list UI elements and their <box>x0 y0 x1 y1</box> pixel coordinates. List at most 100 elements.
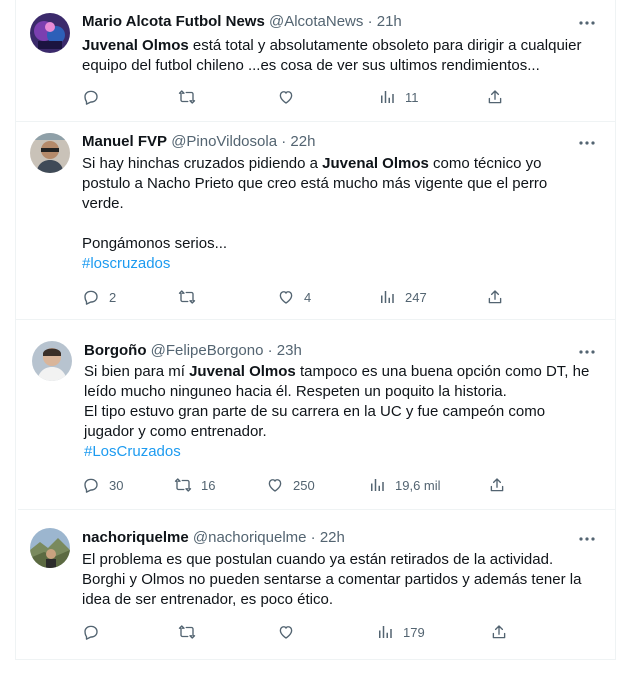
tweet-text: Si hay hinchas cruzados pidiendo a Juven… <box>82 154 547 274</box>
more-horizontal-icon <box>579 537 595 541</box>
tweet-line: leído mucho ninguneo hacia él. Respeten … <box>84 383 507 400</box>
more-options-button[interactable] <box>576 344 598 360</box>
separator-dot: · <box>310 529 316 546</box>
hashtag-link[interactable]: #LosCruzados <box>84 442 589 462</box>
share-icon <box>492 625 506 639</box>
reply-button[interactable] <box>82 622 109 642</box>
more-options-button[interactable] <box>576 531 598 547</box>
like-button[interactable] <box>277 87 304 107</box>
author-name[interactable]: Borgoño <box>84 342 146 359</box>
tweet-timestamp[interactable]: 21h <box>377 13 402 30</box>
retweet-icon <box>174 478 192 492</box>
like-count: 250 <box>293 477 315 493</box>
more-horizontal-icon <box>579 141 595 145</box>
author-handle[interactable]: @FelipeBorgono <box>151 342 264 359</box>
tweet-timestamp[interactable]: 22h <box>290 133 315 150</box>
tweet-actions: 30 16 250 19,6 mil <box>82 475 602 495</box>
author-name[interactable]: nachoriquelme <box>82 529 189 546</box>
tweet-line: equipo del futbol chileno ...es cosa de … <box>82 57 540 74</box>
share-button[interactable] <box>486 287 504 307</box>
like-count: 4 <box>304 289 312 305</box>
heart-icon <box>279 626 293 639</box>
tweet-line: El problema es que postulan cuando ya es… <box>82 551 554 568</box>
tweet-4[interactable]: nachoriquelme @nachoriquelme · 22h El pr… <box>16 516 616 660</box>
tweet-line <box>82 214 547 234</box>
tweet-timestamp[interactable]: 23h <box>277 342 302 359</box>
like-button[interactable]: 4 <box>277 287 311 307</box>
share-icon <box>488 90 502 104</box>
views-count: 11 <box>405 89 419 105</box>
author-name[interactable]: Mario Alcota Futbol News <box>82 13 265 30</box>
separator-dot: · <box>281 133 287 150</box>
retweet-button[interactable]: 16 <box>174 475 215 495</box>
retweet-icon <box>178 90 196 104</box>
views-count: 247 <box>405 289 427 305</box>
timeline-border-right <box>615 0 616 660</box>
reply-button[interactable] <box>82 87 109 107</box>
reply-icon <box>84 90 98 105</box>
mention-bold: Juvenal Olmos <box>82 37 189 54</box>
retweet-button[interactable] <box>178 287 205 307</box>
reply-count: 30 <box>109 477 124 493</box>
more-horizontal-icon <box>579 21 595 25</box>
reply-button[interactable]: 2 <box>82 287 116 307</box>
views-button[interactable]: 11 <box>378 87 419 107</box>
tweet-1[interactable]: Mario Alcota Futbol News @AlcotaNews · 2… <box>16 0 616 122</box>
reply-button[interactable]: 30 <box>82 475 123 495</box>
tweet-line: verde. <box>82 195 124 212</box>
tweet-text: Juvenal Olmos está total y absolutamente… <box>82 36 581 76</box>
avatar-image <box>30 13 70 53</box>
reply-icon <box>84 290 98 305</box>
views-button[interactable]: 179 <box>376 622 425 642</box>
like-button[interactable]: 250 <box>266 475 315 495</box>
retweet-icon <box>178 290 196 304</box>
hashtag-link[interactable]: #loscruzados <box>82 254 547 274</box>
retweet-button[interactable] <box>178 622 205 642</box>
share-button[interactable] <box>490 622 508 642</box>
views-chart-icon <box>381 91 394 103</box>
views-count: 19,6 mil <box>395 477 441 493</box>
more-options-button[interactable] <box>576 135 598 151</box>
separator-dot: · <box>367 13 373 30</box>
heart-icon <box>279 91 293 104</box>
tweet-2[interactable]: Manuel FVP @PinoVildosola · 22h Si hay h… <box>16 122 616 320</box>
avatar-image <box>30 528 70 568</box>
tweet-actions: 2 4 247 <box>82 287 602 307</box>
avatar[interactable] <box>30 133 70 173</box>
views-chart-icon <box>379 626 392 638</box>
author-name[interactable]: Manuel FVP <box>82 133 167 150</box>
tweet-line: postulo a Nacho Prieto que creo está muc… <box>82 175 548 192</box>
views-button[interactable]: 247 <box>378 287 427 307</box>
like-button[interactable] <box>277 622 304 642</box>
tweet-line: idea de ser entrenador, es poco ético. <box>82 591 334 608</box>
author-handle[interactable]: @nachoriquelme <box>193 529 307 546</box>
avatar-image <box>32 341 72 381</box>
author-handle[interactable]: @AlcotaNews <box>269 13 363 30</box>
more-options-button[interactable] <box>576 15 598 31</box>
share-button[interactable] <box>488 475 506 495</box>
avatar[interactable] <box>30 13 70 53</box>
avatar[interactable] <box>30 528 70 568</box>
heart-icon <box>279 291 293 304</box>
views-chart-icon <box>371 479 384 491</box>
tweet-actions: 11 <box>82 87 602 107</box>
tweet-3[interactable]: Borgoño @FelipeBorgono · 23h Si bien par… <box>18 328 616 510</box>
share-icon <box>490 478 504 492</box>
heart-icon <box>268 479 282 492</box>
share-icon <box>488 290 502 304</box>
timeline-border-left <box>15 0 16 660</box>
tweet-line: Borghi y Olmos no pueden sentarse a come… <box>82 571 582 588</box>
avatar-image <box>30 133 70 173</box>
tweet-text: El problema es que postulan cuando ya es… <box>82 550 581 610</box>
tweet-timestamp[interactable]: 22h <box>320 529 345 546</box>
share-button[interactable] <box>486 87 504 107</box>
tweet-line: jugador y como entrenador. <box>84 423 267 440</box>
views-count: 179 <box>403 624 425 640</box>
author-handle[interactable]: @PinoVildosola <box>171 133 277 150</box>
views-button[interactable]: 19,6 mil <box>368 475 441 495</box>
mention-bold: Juvenal Olmos <box>322 155 429 172</box>
retweet-button[interactable] <box>178 87 205 107</box>
avatar[interactable] <box>32 341 72 381</box>
reply-icon <box>84 625 98 640</box>
more-horizontal-icon <box>579 350 595 354</box>
